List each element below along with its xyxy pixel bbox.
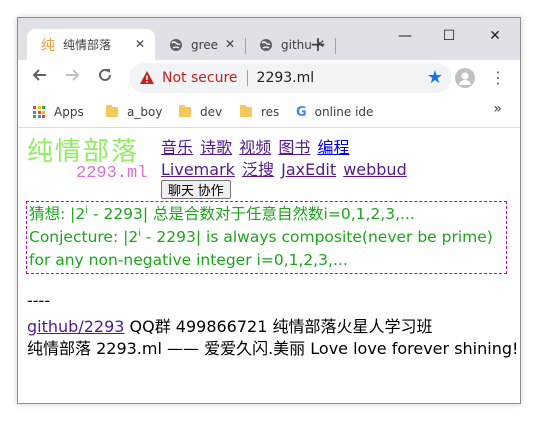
footer-text: 纯情部落 2293.ml —— 爱爱久闪.美丽 Love love foreve… [27, 339, 519, 358]
back-arrow-icon [32, 69, 46, 81]
nav-row-1: 音乐 诗歌 视频 图书 编程 [161, 137, 409, 159]
new-tab-button[interactable]: + [305, 32, 331, 58]
conjecture-en-text: Conjecture: |2 [29, 228, 139, 246]
tab-title: gree [191, 37, 219, 52]
nav-link-jaxedit[interactable]: JaxEdit [281, 160, 336, 179]
maximize-button[interactable]: ☐ [426, 22, 472, 50]
nav-links: 音乐 诗歌 视频 图书 编程 Livemark 泛搜 JaxEdit webbu… [161, 137, 409, 181]
forward-arrow-icon [66, 69, 80, 81]
nav-link-books[interactable]: 图书 [278, 138, 310, 157]
globe-icon [168, 37, 184, 53]
url-text[interactable]: 2293.ml [257, 70, 315, 86]
conjecture-cn-text: - 2293| 总是合数对于任意自然数i=0,1,2,3,... [88, 205, 415, 223]
github-line: github/2293 QQ群 499866721 纯情部落火星人学习班 [27, 313, 433, 337]
conjecture-cn: 猜想: |2i - 2293| 总是合数对于任意自然数i=0,1,2,3,... [29, 203, 504, 226]
folder-icon [179, 105, 191, 117]
logo-title: 纯情部落 [27, 137, 140, 167]
back-button[interactable] [26, 65, 52, 91]
tab-title: 纯情部落 [63, 38, 112, 52]
tab-active[interactable]: 纯 纯情部落 ✕ [27, 29, 155, 60]
bookmark-label: res [261, 105, 280, 119]
site-favicon: 纯 [41, 37, 55, 54]
conjecture-cn-text: 猜想: |2 [29, 205, 86, 223]
google-icon: G [296, 104, 307, 120]
folder-icon [106, 105, 118, 117]
nav-link-livemark[interactable]: Livemark [161, 160, 235, 179]
nav-link-music[interactable]: 音乐 [161, 138, 193, 157]
bookmark-online-ide[interactable]: G online ide [296, 103, 373, 121]
reload-button[interactable] [92, 65, 118, 91]
nav-row-2: Livemark 泛搜 JaxEdit webbud [161, 159, 409, 181]
divider-text: ---- [27, 291, 51, 310]
bookmark-label: Apps [54, 105, 84, 119]
omnibox-divider [246, 70, 248, 86]
bookmark-label: dev [200, 105, 223, 119]
bookmark-a-boy[interactable]: a_boy [106, 103, 162, 121]
person-icon [459, 72, 471, 85]
tab-bar: 纯 纯情部落 ✕ gree ✕ githu ✕ + — ☐ ✕ [18, 18, 520, 60]
bookmark-res[interactable]: res [240, 103, 279, 121]
security-label[interactable]: Not secure [162, 70, 238, 86]
bookmarks-overflow-icon[interactable]: » [493, 101, 502, 117]
address-bar[interactable]: Not secure 2293.ml ★ [129, 63, 451, 93]
bookmark-apps[interactable]: Apps [33, 103, 84, 121]
close-icon[interactable]: ✕ [223, 37, 237, 51]
nav-link-video[interactable]: 视频 [239, 138, 271, 157]
star-icon[interactable]: ★ [427, 67, 443, 88]
nav-link-poetry[interactable]: 诗歌 [200, 138, 232, 157]
close-icon[interactable]: ✕ [133, 37, 147, 51]
conjecture-box: 猜想: |2i - 2293| 总是合数对于任意自然数i=0,1,2,3,...… [26, 201, 507, 274]
logo-subtitle: 2293.ml [76, 164, 148, 183]
apps-grid-icon [33, 106, 45, 118]
conjecture-en: Conjecture: |2i - 2293| is always compos… [29, 226, 504, 272]
chat-collab-button[interactable]: 聊天 协作 [161, 180, 231, 199]
tab-separator [335, 38, 336, 54]
bookmark-dev[interactable]: dev [179, 103, 222, 121]
minimize-button[interactable]: — [382, 22, 428, 50]
tab-green[interactable]: gree ✕ [155, 29, 245, 60]
forward-button[interactable] [60, 65, 86, 91]
globe-icon [258, 37, 274, 53]
nav-link-programming[interactable]: 编程 [317, 138, 349, 157]
menu-button[interactable]: ⋮ [488, 65, 508, 91]
nav-link-webbud[interactable]: webbud [343, 160, 407, 179]
close-window-button[interactable]: ✕ [472, 22, 518, 50]
github-link[interactable]: github/2293 [27, 317, 124, 336]
site-logo: 纯情部落 2293.ml [27, 131, 159, 183]
bookmark-label: online ide [314, 105, 374, 119]
bookmarks-bar: Apps a_boy dev res G online ide » [18, 97, 520, 128]
reload-icon [99, 68, 111, 81]
qq-group-text: QQ群 499866721 纯情部落火星人学习班 [124, 317, 433, 336]
folder-icon [240, 105, 252, 117]
bookmark-label: a_boy [127, 105, 163, 119]
browser-window: 纯 纯情部落 ✕ gree ✕ githu ✕ + — ☐ ✕ Not secu… [17, 17, 521, 404]
page-content: 纯情部落 2293.ml 音乐 诗歌 视频 图书 编程 Livemark 泛搜 … [18, 128, 520, 403]
warning-icon [140, 71, 154, 84]
profile-avatar[interactable] [455, 68, 475, 88]
toolbar: Not secure 2293.ml ★ ⋮ [18, 60, 520, 97]
nav-link-search[interactable]: 泛搜 [242, 160, 274, 179]
